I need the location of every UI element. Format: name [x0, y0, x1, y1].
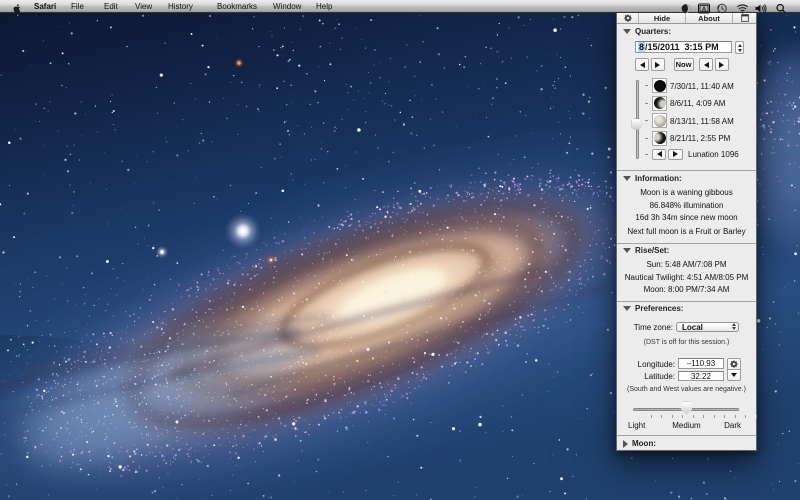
- svg-text:A: A: [702, 6, 707, 12]
